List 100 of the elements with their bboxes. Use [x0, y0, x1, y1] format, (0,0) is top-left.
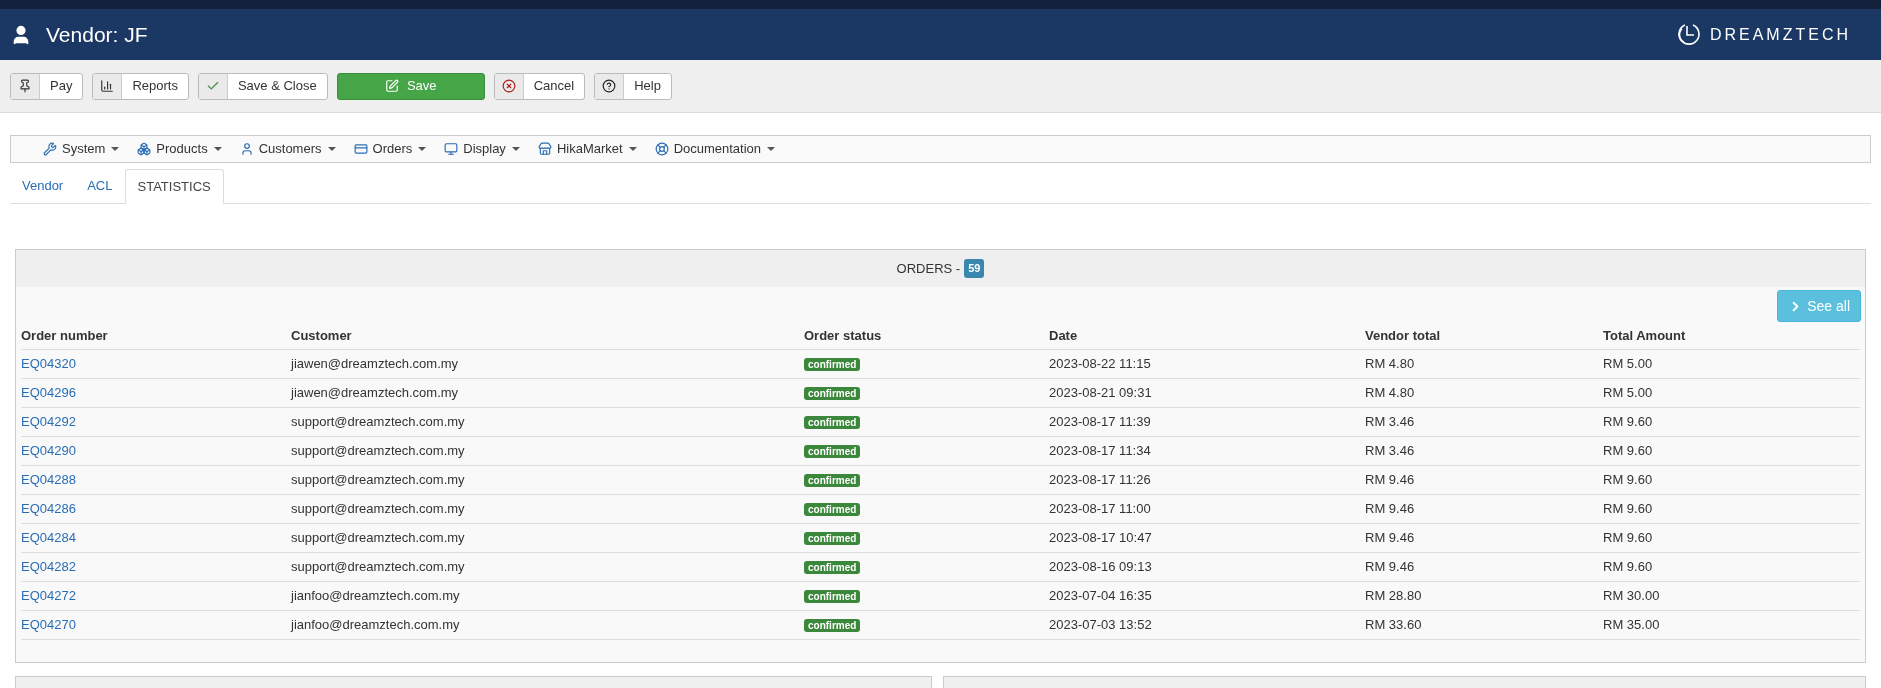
status-badge: confirmed — [804, 532, 861, 546]
table-cell: RM 5.00 — [1603, 385, 1653, 401]
table-cell: 2023-08-17 11:34 — [1049, 443, 1151, 459]
table-cell: RM 9.46 — [1365, 472, 1415, 488]
table-cell: 2023-08-17 11:00 — [1049, 501, 1151, 517]
order-link[interactable]: EQ04286 — [21, 501, 76, 517]
toolbar-button[interactable]: Pay — [10, 72, 84, 100]
table-cell: RM 9.60 — [1603, 559, 1653, 575]
save-button[interactable]: Save — [336, 72, 485, 100]
menu-item[interactable]: Customers — [239, 139, 336, 159]
table-cell: 2023-08-16 09:13 — [1049, 559, 1152, 575]
tab[interactable]: Vendor — [10, 168, 76, 203]
column-header: Total Amount — [1603, 327, 1686, 343]
status-badge: confirmed — [804, 619, 861, 633]
column-header: Order status — [804, 327, 882, 343]
status-badge: confirmed — [804, 358, 861, 372]
tab[interactable]: ACL — [75, 168, 125, 203]
store-icon — [537, 142, 552, 156]
table-cell: 2023-08-17 10:47 — [1049, 530, 1152, 546]
check-icon — [205, 79, 220, 93]
caret-icon — [111, 147, 120, 151]
caret-icon — [327, 147, 336, 151]
table-cell: RM 9.60 — [1603, 530, 1653, 546]
menu-item[interactable]: HikaMarket — [537, 139, 637, 159]
table-cell: RM 9.46 — [1365, 501, 1415, 517]
table-cell: RM 4.80 — [1365, 385, 1415, 401]
table-cell: RM 9.46 — [1365, 530, 1415, 546]
table-cell: 2023-08-17 11:26 — [1049, 472, 1151, 488]
help-icon — [602, 79, 617, 93]
table-cell: support@dreamztech.com.my — [291, 472, 465, 488]
table-cell: 2023-07-04 16:35 — [1049, 588, 1152, 604]
table-cell: RM 9.46 — [1365, 559, 1415, 575]
close-icon — [501, 79, 516, 93]
order-link[interactable]: EQ04290 — [21, 443, 76, 459]
logo-text: DREAMZTECH — [1709, 24, 1851, 45]
status-badge: confirmed — [804, 445, 861, 459]
table-cell: RM 9.60 — [1603, 443, 1653, 459]
table-cell: RM 9.60 — [1603, 414, 1653, 430]
monitor-icon — [444, 142, 459, 156]
tab[interactable]: STATISTICS — [124, 169, 224, 204]
logo-icon — [1675, 21, 1702, 48]
page-title: Vendor: JF — [46, 21, 148, 48]
caret-icon — [628, 147, 637, 151]
status-badge: confirmed — [804, 503, 861, 517]
table-cell: RM 30.00 — [1603, 588, 1660, 604]
table-cell: support@dreamztech.com.my — [291, 559, 465, 575]
bar-chart-icon — [100, 79, 115, 93]
order-link[interactable]: EQ04320 — [21, 356, 76, 372]
order-link[interactable]: EQ04284 — [21, 530, 76, 546]
status-badge: confirmed — [804, 561, 861, 575]
status-badge: confirmed — [804, 590, 861, 604]
table-cell: RM 35.00 — [1603, 617, 1660, 633]
order-link[interactable]: EQ04272 — [21, 588, 76, 604]
menu-item[interactable]: System — [43, 139, 120, 159]
order-link[interactable]: EQ04292 — [21, 414, 76, 430]
toolbar-button[interactable]: Save & Close — [197, 72, 328, 100]
table-cell: RM 3.46 — [1365, 443, 1415, 459]
caret-icon — [418, 147, 427, 151]
edit-icon — [384, 79, 399, 93]
table-cell: RM 3.46 — [1365, 414, 1415, 430]
column-header: Vendor total — [1365, 327, 1441, 343]
order-link[interactable]: EQ04296 — [21, 385, 76, 401]
pin-icon — [18, 79, 32, 93]
table-cell: support@dreamztech.com.my — [291, 443, 465, 459]
status-badge: confirmed — [804, 416, 861, 430]
boxes-icon — [137, 142, 152, 156]
table-cell: jianfoo@dreamztech.com.my — [291, 588, 460, 604]
column-header: Date — [1049, 327, 1078, 343]
panel-title: ORDERS - — [896, 259, 961, 278]
table-cell: 2023-07-03 13:52 — [1049, 617, 1152, 633]
table-cell: RM 33.60 — [1365, 617, 1422, 633]
order-link[interactable]: EQ04288 — [21, 472, 76, 488]
status-badge: confirmed — [804, 474, 861, 488]
table-cell: support@dreamztech.com.my — [291, 501, 465, 517]
menu-item[interactable]: Products — [137, 139, 222, 159]
menu-item[interactable]: Orders — [353, 139, 427, 159]
table-cell: support@dreamztech.com.my — [291, 414, 465, 430]
count-badge: 59 — [964, 259, 985, 278]
credit-card-icon — [353, 142, 368, 156]
table-cell: jiawen@dreamztech.com.my — [291, 356, 459, 372]
order-link[interactable]: EQ04270 — [21, 617, 76, 633]
toolbar-button[interactable]: Cancel — [493, 72, 586, 100]
menu-item[interactable]: Documentation — [654, 139, 776, 159]
table-cell: RM 4.80 — [1365, 356, 1415, 372]
toolbar-button[interactable]: Reports — [92, 72, 189, 100]
order-link[interactable]: EQ04282 — [21, 559, 76, 575]
table-cell: RM 9.60 — [1603, 472, 1653, 488]
table-cell: 2023-08-22 11:15 — [1049, 356, 1151, 372]
caret-icon — [511, 147, 520, 151]
caret-icon — [767, 147, 776, 151]
column-header: Customer — [291, 327, 352, 343]
wrench-icon — [43, 142, 57, 156]
table-cell: jianfoo@dreamztech.com.my — [291, 617, 460, 633]
caret-icon — [213, 147, 222, 151]
lifebuoy-icon — [654, 142, 669, 156]
table-cell: support@dreamztech.com.my — [291, 530, 465, 546]
toolbar-button[interactable]: Help — [594, 72, 672, 100]
table-cell: 2023-08-21 09:31 — [1049, 385, 1152, 401]
menu-item[interactable]: Display — [444, 139, 520, 159]
status-badge: confirmed — [804, 387, 861, 401]
